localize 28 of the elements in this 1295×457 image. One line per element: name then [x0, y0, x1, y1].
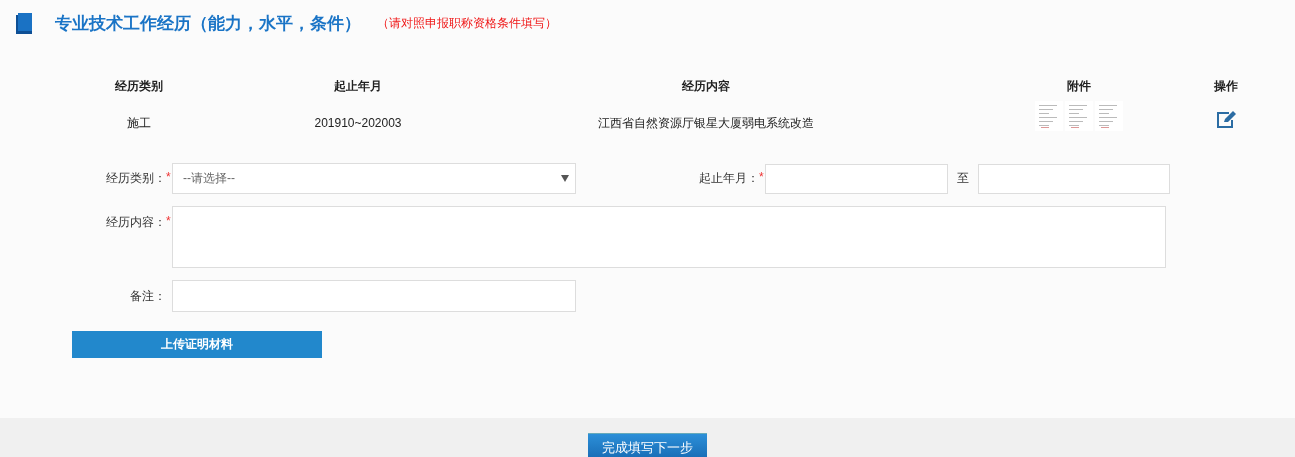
table-cell-text: 施工	[126, 114, 152, 132]
separator-label: 至	[956, 170, 970, 187]
column-header: 经历内容	[681, 77, 731, 95]
required-mark: *	[166, 214, 172, 230]
table-cell-text: 江西省自然资源厅银星大厦弱电系统改造	[597, 114, 815, 132]
field-label: 经历类别：	[106, 170, 166, 187]
book-icon	[16, 12, 34, 34]
column-header: 操作	[1213, 77, 1239, 95]
category-select[interactable]: --请选择--	[172, 163, 576, 194]
table-cell-text: 201910~202003	[313, 116, 403, 130]
section-note: （请对照申报职称资格条件填写）	[377, 14, 557, 32]
content-field[interactable]	[172, 206, 1166, 268]
field-label: 起止年月：	[699, 170, 759, 187]
column-header: 经历类别	[114, 77, 164, 95]
field-label: 经历内容：	[106, 214, 166, 231]
column-header: 附件	[1066, 77, 1092, 95]
end-date-field[interactable]	[978, 163, 1170, 194]
edit-icon[interactable]	[1216, 110, 1236, 129]
section-title: 专业技术工作经历（能力，水平，条件）	[55, 12, 361, 35]
required-mark: *	[759, 170, 765, 186]
column-header: 起止年月	[333, 77, 383, 95]
required-mark: *	[166, 170, 172, 186]
next-step-button[interactable]: 完成填写下一步	[588, 433, 707, 457]
remark-field[interactable]	[172, 280, 576, 312]
upload-button[interactable]: 上传证明材料	[72, 331, 322, 358]
caret-icon	[561, 175, 569, 182]
field-label: 备注：	[130, 287, 166, 305]
start-date-field[interactable]	[765, 163, 948, 194]
